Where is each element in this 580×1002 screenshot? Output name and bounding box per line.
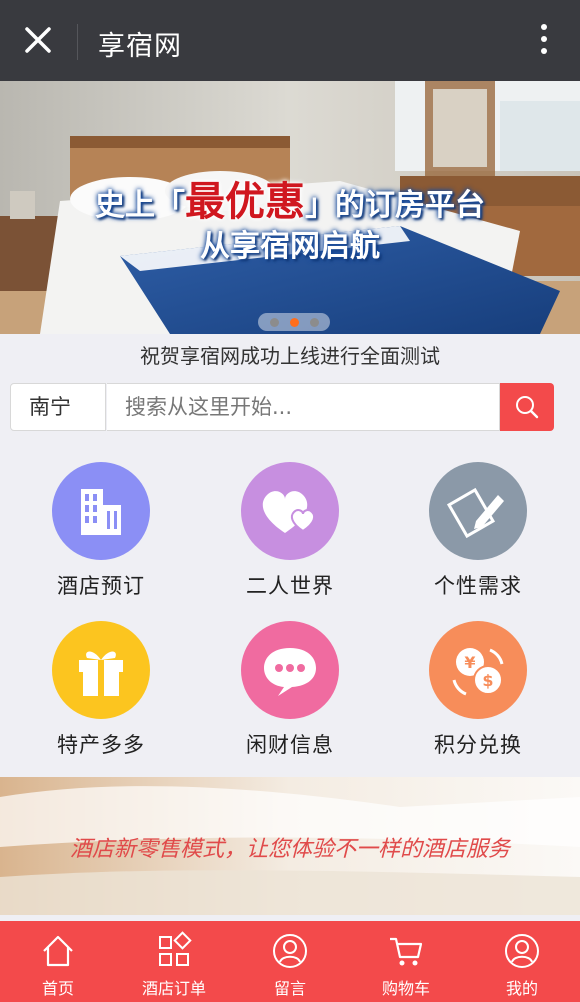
hearts-icon xyxy=(241,462,339,560)
banner-highlight: 最优惠 xyxy=(185,178,305,225)
tab-mine[interactable]: 我的 xyxy=(464,921,580,1002)
building-icon xyxy=(52,462,150,560)
search-button[interactable] xyxy=(500,383,554,431)
home-icon xyxy=(43,935,73,967)
carousel-dot-active[interactable] xyxy=(289,317,299,327)
promo-banner[interactable]: 酒店新零售模式，让您体验不一样的酒店服务 xyxy=(0,777,580,915)
menu-points-exchange[interactable]: ¥ $ 积分兑换 xyxy=(413,621,543,759)
search-icon xyxy=(516,396,539,419)
gift-icon xyxy=(52,621,150,719)
menu-hotel-booking[interactable]: 酒店预订 xyxy=(36,462,166,600)
carousel-indicator[interactable] xyxy=(258,313,330,331)
menu-label: 个性需求 xyxy=(434,574,522,598)
title-divider xyxy=(77,24,78,60)
currency-exchange-icon: ¥ $ xyxy=(429,621,527,719)
svg-text:$: $ xyxy=(482,671,493,690)
bottom-tab-bar: 首页 酒店订单 留言 购物车 我的 xyxy=(0,921,580,1002)
promo-text: 酒店新零售模式，让您体验不一样的酒店服务 xyxy=(69,837,510,862)
tab-messages[interactable]: 留言 xyxy=(232,921,348,1002)
user-circle-icon xyxy=(273,934,307,968)
page-title: 享宿网 xyxy=(98,31,182,62)
menu-custom-needs[interactable]: 个性需求 xyxy=(413,462,543,600)
tab-hotel-orders[interactable]: 酒店订单 xyxy=(116,921,232,1002)
carousel-dot[interactable] xyxy=(269,317,279,327)
announcement-text: 祝贺享宿网成功上线进行全面测试 xyxy=(140,344,440,368)
tab-label: 我的 xyxy=(505,979,538,998)
menu-label: 特产多多 xyxy=(57,733,145,757)
pencil-note-icon xyxy=(429,462,527,560)
top-bar: 享宿网 xyxy=(0,0,580,81)
more-vertical-icon[interactable] xyxy=(538,24,550,60)
carousel-dot[interactable] xyxy=(309,317,319,327)
tab-label: 留言 xyxy=(273,979,306,998)
menu-idle-info[interactable]: 闲财信息 xyxy=(225,621,355,759)
tab-label: 购物车 xyxy=(381,979,430,998)
menu-couple-world[interactable]: 二人世界 xyxy=(225,462,355,600)
orders-grid-icon xyxy=(159,931,192,966)
menu-label: 二人世界 xyxy=(246,574,334,598)
menu-label: 积分兑换 xyxy=(434,733,522,757)
banner-headline: 史上「最优惠」的订房平台 xyxy=(95,178,485,225)
profile-icon xyxy=(505,934,539,968)
menu-label: 闲财信息 xyxy=(246,733,334,757)
search-input[interactable]: 搜索从这里开始... xyxy=(107,383,500,431)
tab-label: 酒店订单 xyxy=(141,979,206,998)
menu-local-specialties[interactable]: 特产多多 xyxy=(36,621,166,759)
cart-icon xyxy=(390,937,423,966)
chat-bubble-icon xyxy=(241,621,339,719)
hero-banner[interactable]: 史上「最优惠」的订房平台 从享宿网启航 xyxy=(0,81,580,334)
menu-label: 酒店预订 xyxy=(57,574,145,598)
search-bar: 南宁 搜索从这里开始... xyxy=(10,383,554,431)
banner-subline: 从享宿网启航 xyxy=(200,229,380,264)
tab-label: 首页 xyxy=(41,979,74,998)
close-icon[interactable] xyxy=(18,20,58,60)
tab-cart[interactable]: 购物车 xyxy=(348,921,464,1002)
tab-home[interactable]: 首页 xyxy=(0,921,116,1002)
svg-text:¥: ¥ xyxy=(464,653,475,672)
city-selector[interactable]: 南宁 xyxy=(10,383,106,431)
